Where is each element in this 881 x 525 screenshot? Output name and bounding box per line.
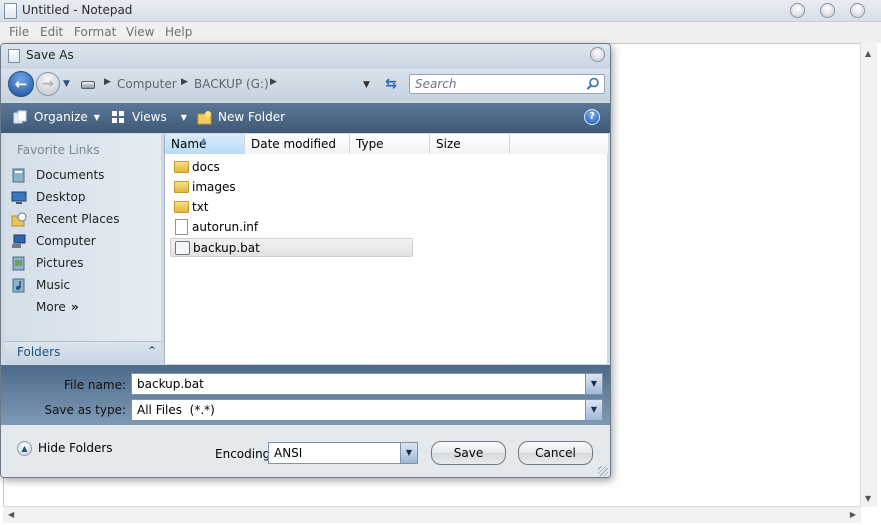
- save-type-value: All Files (*.*): [137, 403, 215, 417]
- dialog-close-button[interactable]: [590, 47, 605, 62]
- encoding-label: Encoding:: [215, 447, 275, 461]
- vertical-scrollbar[interactable]: ▲ ▼: [860, 43, 877, 507]
- sort-ascending-icon: ▲: [201, 136, 207, 144]
- new-folder-icon: [197, 111, 212, 125]
- file-row-backup-bat[interactable]: backup.bat: [170, 238, 413, 257]
- scroll-up-icon[interactable]: ▲: [865, 49, 871, 58]
- notepad-titlebar: Untitled - Notepad: [0, 0, 881, 22]
- new-folder-button[interactable]: New Folder: [197, 109, 285, 127]
- address-dropdown-icon[interactable]: ▼: [363, 80, 370, 90]
- chevron-right-icon[interactable]: ▶: [270, 77, 277, 87]
- notepad-icon: [8, 49, 20, 63]
- filename-area: File name: backup.bat ▼ Save as type: Al…: [1, 365, 610, 425]
- views-label: Views: [132, 110, 167, 124]
- organize-label: Organize: [34, 110, 88, 124]
- batch-file-icon: [175, 241, 190, 255]
- folders-label: Folders: [17, 345, 61, 359]
- organize-button[interactable]: Organize ▼: [13, 109, 100, 127]
- file-name-label: File name:: [64, 378, 126, 392]
- refresh-icon[interactable]: ⇆: [382, 75, 400, 93]
- folder-icon: [174, 201, 189, 213]
- chevron-right-icon[interactable]: ▶: [181, 77, 188, 87]
- file-row-autorun[interactable]: autorun.inf: [170, 218, 413, 237]
- settings-file-icon: [175, 219, 188, 235]
- chevron-down-icon[interactable]: ▼: [400, 443, 417, 463]
- dialog-title: Save As: [26, 48, 74, 62]
- maximize-button[interactable]: [820, 3, 835, 18]
- menu-help[interactable]: Help: [165, 25, 192, 39]
- minimize-button[interactable]: [790, 3, 805, 18]
- notepad-title: Untitled - Notepad: [22, 3, 133, 17]
- column-header-date-modified[interactable]: Date modified: [245, 134, 350, 154]
- chevron-up-icon[interactable]: ⌃: [147, 344, 157, 358]
- save-type-label: Save as type:: [44, 403, 126, 417]
- dialog-toolbar: Organize ▼ Views ▼ New Folder ?: [1, 103, 610, 133]
- encoding-select[interactable]: ANSI ▼: [268, 442, 418, 464]
- file-row-images[interactable]: images: [170, 178, 413, 197]
- horizontal-scrollbar[interactable]: ◀ ▶: [3, 506, 861, 523]
- navigation-pane: Favorite Links Documents Desktop Recent …: [5, 134, 161, 364]
- folder-icon: [174, 161, 189, 173]
- chevron-right-icon[interactable]: ▶: [104, 77, 111, 87]
- save-type-select[interactable]: All Files (*.*) ▼: [131, 399, 603, 421]
- resize-grip-icon[interactable]: [598, 466, 608, 476]
- pictures-icon: [12, 256, 25, 271]
- views-button[interactable]: Views ▼: [111, 109, 187, 127]
- scroll-down-icon[interactable]: ▼: [865, 494, 871, 503]
- menu-file[interactable]: File: [9, 25, 29, 39]
- column-header-filler: [510, 134, 608, 154]
- file-row-txt[interactable]: txt: [170, 198, 413, 217]
- column-header-size[interactable]: Size: [430, 134, 510, 154]
- file-row-docs[interactable]: docs: [170, 158, 413, 177]
- cancel-button[interactable]: Cancel: [518, 441, 593, 465]
- file-name-input[interactable]: backup.bat ▼: [131, 373, 603, 395]
- scroll-left-icon[interactable]: ◀: [8, 510, 14, 519]
- save-as-dialog: Save As ← → ▼ ▶ Computer ▶ BACKUP (G:) ▶…: [0, 43, 611, 478]
- search-icon[interactable]: [586, 77, 600, 91]
- computer-icon: [12, 234, 26, 248]
- address-bar[interactable]: ▶ Computer ▶ BACKUP (G:) ▶: [76, 74, 376, 96]
- chevron-down-icon[interactable]: ▼: [585, 400, 602, 420]
- search-input[interactable]: Search: [409, 74, 605, 94]
- dialog-titlebar: Save As: [1, 44, 610, 68]
- history-dropdown-icon[interactable]: ▼: [63, 79, 70, 89]
- notepad-icon: [4, 3, 17, 19]
- drive-icon: [81, 81, 95, 89]
- save-button[interactable]: Save: [431, 441, 506, 465]
- forward-arrow-icon[interactable]: →: [36, 72, 60, 96]
- chevron-down-icon: ▼: [93, 113, 100, 122]
- encoding-value: ANSI: [274, 446, 303, 460]
- breadcrumb-computer[interactable]: Computer: [117, 77, 177, 91]
- file-name-value: backup.bat: [137, 377, 204, 391]
- menu-format[interactable]: Format: [74, 25, 116, 39]
- help-icon[interactable]: ?: [584, 109, 600, 125]
- chevron-down-icon[interactable]: ▼: [585, 374, 602, 394]
- folders-toggle-bar[interactable]: Folders ⌃: [5, 341, 161, 364]
- double-chevron-right-icon: »: [71, 300, 79, 314]
- back-arrow-icon[interactable]: ←: [8, 71, 34, 97]
- search-placeholder: Search: [415, 77, 457, 91]
- menu-view[interactable]: View: [126, 25, 154, 39]
- dialog-footer: ▲ Hide Folders Encoding: ANSI ▼ Save Can…: [1, 425, 610, 477]
- new-folder-label: New Folder: [218, 110, 286, 124]
- column-header-name[interactable]: ▲ Name: [165, 134, 245, 154]
- views-icon: [112, 111, 124, 123]
- scroll-right-icon[interactable]: ▶: [850, 510, 856, 519]
- documents-icon: [12, 168, 25, 183]
- breadcrumb-backup-drive[interactable]: BACKUP (G:): [194, 77, 269, 91]
- folder-icon: [174, 181, 189, 193]
- menu-edit[interactable]: Edit: [40, 25, 63, 39]
- close-button[interactable]: [850, 3, 865, 18]
- organize-icon: [13, 110, 27, 124]
- favorite-links-title: Favorite Links: [17, 143, 100, 157]
- notepad-menubar: File Edit Format View Help: [0, 22, 881, 43]
- chevron-down-icon: ▼: [180, 113, 187, 122]
- chevron-up-icon: ▲: [17, 441, 32, 456]
- file-list-pane[interactable]: ▲ Name Date modified Type Size docs imag…: [164, 134, 608, 364]
- column-header-type[interactable]: Type: [350, 134, 430, 154]
- music-icon: [12, 278, 25, 293]
- desktop-icon: [11, 191, 27, 204]
- recent-places-icon: [11, 212, 27, 227]
